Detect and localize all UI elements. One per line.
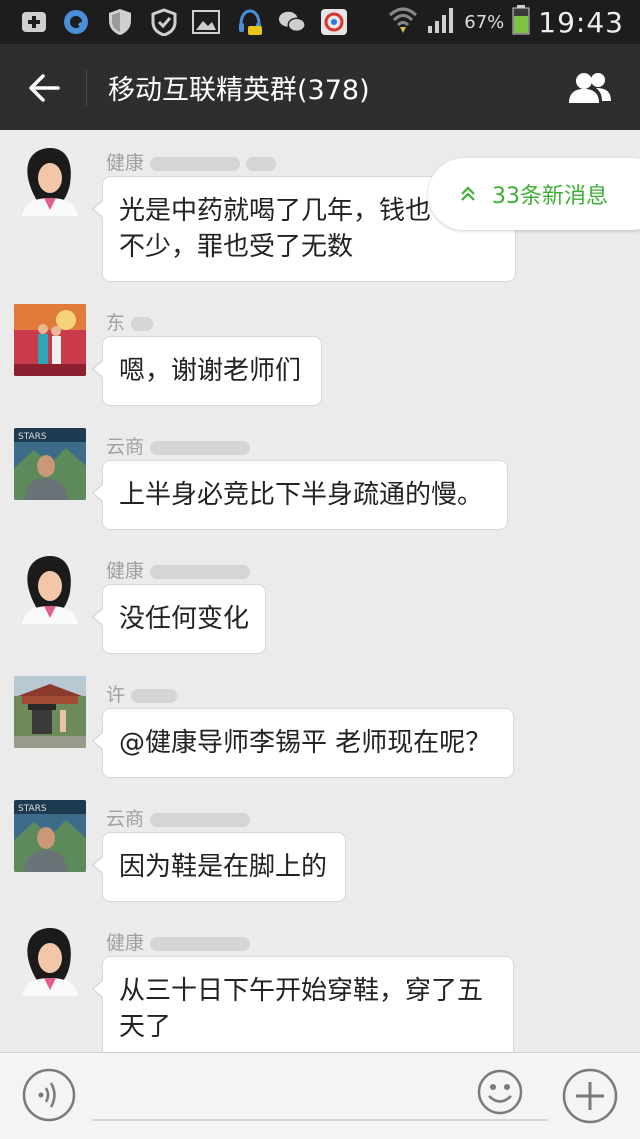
message-bubble[interactable]: @健康导师李锡平 老师现在呢？ (92, 708, 514, 778)
more-button[interactable] (562, 1068, 618, 1124)
chat-header: 移动互联精英群(378) (0, 44, 640, 130)
message-bubble[interactable]: 没任何变化 (92, 584, 266, 654)
voice-button[interactable] (22, 1068, 76, 1122)
message-bubble[interactable]: 因为鞋是在脚上的 (92, 832, 346, 902)
wifi-icon (388, 5, 418, 39)
message-bubble[interactable]: 嗯，谢谢老师们 (92, 336, 322, 406)
message-bubble[interactable]: 上半身必竞比下半身疏通的慢。 (92, 460, 508, 530)
header-divider (86, 70, 87, 106)
message-text-line: 因为鞋是在脚上的 (119, 852, 328, 882)
avatar[interactable] (14, 924, 86, 996)
message-bubble[interactable]: 从三十日下午开始穿鞋，穿了五 天了 (92, 956, 514, 1052)
gallery-icon (192, 8, 220, 36)
avatar[interactable]: STARS (14, 800, 86, 872)
back-button[interactable] (22, 66, 66, 110)
sender-name: 许 (106, 680, 178, 707)
sender-name: 东 (106, 308, 154, 335)
sender-name: 健康 (106, 928, 251, 955)
avatar[interactable] (14, 676, 86, 748)
sender-name: 健康 (106, 556, 251, 583)
group-members-icon (569, 73, 611, 103)
new-messages-badge[interactable]: 33条新消息 (428, 158, 640, 230)
message-text-line: 上半身必竞比下半身疏通的慢。 (119, 480, 484, 510)
sender-name: 云商 (106, 804, 251, 831)
chevron-up-icon (460, 186, 476, 202)
message-text-line: 嗯，谢谢老师们 (119, 356, 302, 386)
message-text-line: 天了 (119, 1012, 172, 1042)
avatar[interactable] (14, 304, 86, 376)
add-notification-icon (20, 8, 48, 36)
emoji-icon (477, 1069, 523, 1115)
avatar[interactable] (14, 552, 86, 624)
voice-icon (22, 1068, 76, 1122)
message-input[interactable] (92, 1119, 548, 1121)
sender-name: 云商 (106, 432, 251, 459)
svg-text:STARS: STARS (18, 804, 47, 814)
message-text-line: 不少，罪也受了无数 (119, 232, 354, 262)
signal-icon (426, 6, 456, 38)
arrow-left-icon (29, 74, 60, 102)
message-list[interactable]: 健康 光是中药就喝了几年，钱也 不少，罪也受了无数 东 嗯，谢谢老师们 STAR… (0, 130, 640, 1052)
svg-text:STARS: STARS (18, 432, 47, 442)
group-members-button[interactable] (564, 66, 616, 110)
security-icon (150, 8, 178, 36)
message-text-line: 没任何变化 (119, 604, 250, 634)
app-icon (320, 8, 348, 36)
new-messages-label: 33条新消息 (492, 184, 608, 209)
battery-percent: 67% (464, 11, 505, 33)
clock: 19:43 (538, 5, 624, 39)
battery-icon (512, 5, 530, 39)
message-text-line: @健康导师李锡平 老师现在呢？ (119, 728, 492, 758)
input-bar (0, 1052, 640, 1139)
avatar[interactable]: STARS (14, 428, 86, 500)
shield-icon (106, 8, 134, 36)
status-bar: 67% 19:43 (0, 0, 640, 44)
message-text-line: 从三十日下午开始穿鞋，穿了五 (119, 976, 484, 1006)
chat-title: 移动互联精英群(378) (108, 75, 370, 106)
sender-name: 健康 (106, 148, 277, 175)
headset-icon (236, 8, 264, 36)
wechat-icon (278, 8, 306, 36)
plus-icon (562, 1068, 618, 1124)
emoji-button[interactable] (476, 1068, 524, 1116)
avatar[interactable] (14, 144, 86, 216)
browser-icon (62, 8, 90, 36)
